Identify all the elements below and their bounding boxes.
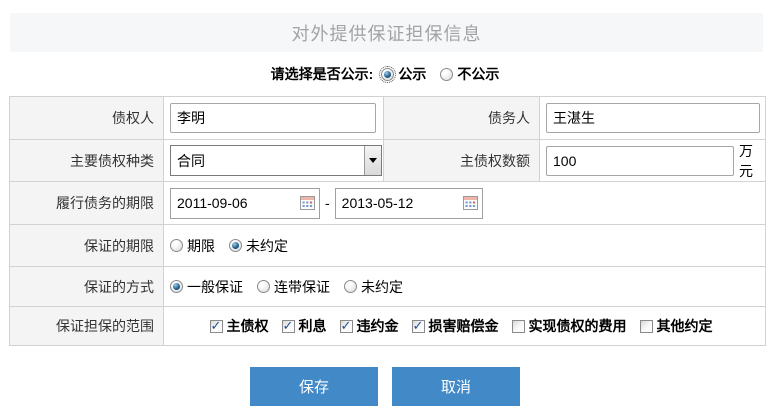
checkbox-icon-principal-claim[interactable] [210, 320, 223, 333]
radio-label-public[interactable]: 公示 [398, 64, 426, 84]
row-creditor-debtor: 债权人 债务人 [10, 97, 766, 140]
debt-type-selected-value: 合同 [171, 146, 364, 175]
radio-icon-public[interactable] [381, 68, 394, 81]
radio-label-joint-guarantee[interactable]: 连带保证 [274, 277, 330, 297]
radio-option-joint-guarantee[interactable]: 连带保证 [257, 277, 330, 297]
row-guarantee-scope: 保证担保的范围 主债权 利息 违约金 损害赔偿金 [10, 307, 766, 346]
radio-label-method-unagreed[interactable]: 未约定 [361, 277, 403, 297]
row-guarantee-period: 保证的期限 期限 未约定 [10, 225, 766, 267]
calendar-icon[interactable] [463, 196, 478, 210]
period-start-value[interactable]: 2011-09-06 [177, 195, 300, 211]
checkbox-option-interest[interactable]: 利息 [282, 316, 327, 336]
debt-type-label: 主要债权种类 [10, 140, 164, 182]
publicity-prompt: 请选择是否公示: [271, 64, 374, 84]
checkbox-label-penalty[interactable]: 违约金 [357, 316, 399, 336]
debt-type-select[interactable]: 合同 [170, 145, 382, 176]
checkbox-label-principal-claim[interactable]: 主债权 [227, 316, 269, 336]
radio-option-method-unagreed[interactable]: 未约定 [344, 277, 403, 297]
radio-label-period-unagreed[interactable]: 未约定 [246, 236, 288, 256]
radio-label-fixed-period[interactable]: 期限 [187, 236, 215, 256]
checkbox-icon-other-agreements[interactable] [640, 320, 653, 333]
checkbox-icon-damages[interactable] [412, 320, 425, 333]
cancel-button[interactable]: 取消 [392, 367, 520, 406]
publicity-choice-row: 请选择是否公示: 公示 不公示 [0, 63, 770, 85]
checkbox-option-realization-costs[interactable]: 实现债权的费用 [512, 316, 627, 336]
checkbox-option-principal-claim[interactable]: 主债权 [210, 316, 269, 336]
creditor-input[interactable] [170, 103, 376, 133]
period-end-value[interactable]: 2013-05-12 [342, 195, 463, 211]
guarantee-scope-label: 保证担保的范围 [10, 307, 164, 346]
checkbox-option-penalty[interactable]: 违约金 [340, 316, 399, 336]
period-start-datepicker[interactable]: 2011-09-06 [170, 188, 320, 219]
radio-icon-general-guarantee[interactable] [170, 280, 183, 293]
guarantee-form-table: 债权人 债务人 主要债权种类 合同 主债权数额 万元 履行债务的期限 [9, 96, 766, 346]
radio-icon-joint-guarantee[interactable] [257, 280, 270, 293]
creditor-label: 债权人 [10, 97, 164, 140]
debtor-label: 债务人 [384, 97, 540, 140]
debt-amount-label: 主债权数额 [384, 140, 540, 182]
period-end-datepicker[interactable]: 2013-05-12 [335, 188, 483, 219]
debtor-input[interactable] [546, 103, 760, 133]
radio-option-period-unagreed[interactable]: 未约定 [229, 236, 288, 256]
checkbox-label-damages[interactable]: 损害赔偿金 [429, 316, 499, 336]
radio-label-general-guarantee[interactable]: 一般保证 [187, 277, 243, 297]
row-guarantee-method: 保证的方式 一般保证 连带保证 未约定 [10, 267, 766, 307]
guarantee-period-label: 保证的期限 [10, 225, 164, 267]
checkbox-icon-interest[interactable] [282, 320, 295, 333]
checkbox-label-interest[interactable]: 利息 [299, 316, 327, 336]
calendar-icon[interactable] [300, 196, 315, 210]
radio-option-fixed-period[interactable]: 期限 [170, 236, 215, 256]
radio-icon-not-public[interactable] [440, 68, 453, 81]
guarantee-method-label: 保证的方式 [10, 267, 164, 307]
row-type-amount: 主要债权种类 合同 主债权数额 万元 [10, 140, 766, 182]
radio-label-not-public[interactable]: 不公示 [457, 64, 499, 84]
radio-option-not-public[interactable]: 不公示 [440, 64, 499, 84]
checkbox-option-damages[interactable]: 损害赔偿金 [412, 316, 499, 336]
radio-icon-method-unagreed[interactable] [344, 280, 357, 293]
debt-amount-input[interactable] [546, 146, 734, 176]
debt-amount-unit: 万元 [739, 141, 765, 181]
radio-icon-fixed-period[interactable] [170, 239, 183, 252]
checkbox-label-other-agreements[interactable]: 其他约定 [657, 316, 713, 336]
checkbox-label-realization-costs[interactable]: 实现债权的费用 [529, 316, 627, 336]
radio-option-public[interactable]: 公示 [381, 64, 426, 84]
checkbox-icon-realization-costs[interactable] [512, 320, 525, 333]
radio-icon-period-unagreed[interactable] [229, 239, 242, 252]
checkbox-option-other-agreements[interactable]: 其他约定 [640, 316, 713, 336]
date-range-separator: - [325, 195, 330, 211]
save-button[interactable]: 保存 [250, 367, 378, 406]
page-header: 对外提供保证担保信息 [10, 13, 763, 52]
chevron-down-icon[interactable] [364, 146, 381, 175]
row-performance-period: 履行债务的期限 2011-09-06 - 2013-05-12 [10, 182, 766, 225]
performance-period-label: 履行债务的期限 [10, 182, 164, 225]
action-buttons: 保存 取消 [0, 367, 770, 406]
page-title: 对外提供保证担保信息 [292, 20, 482, 46]
radio-option-general-guarantee[interactable]: 一般保证 [170, 277, 243, 297]
checkbox-icon-penalty[interactable] [340, 320, 353, 333]
